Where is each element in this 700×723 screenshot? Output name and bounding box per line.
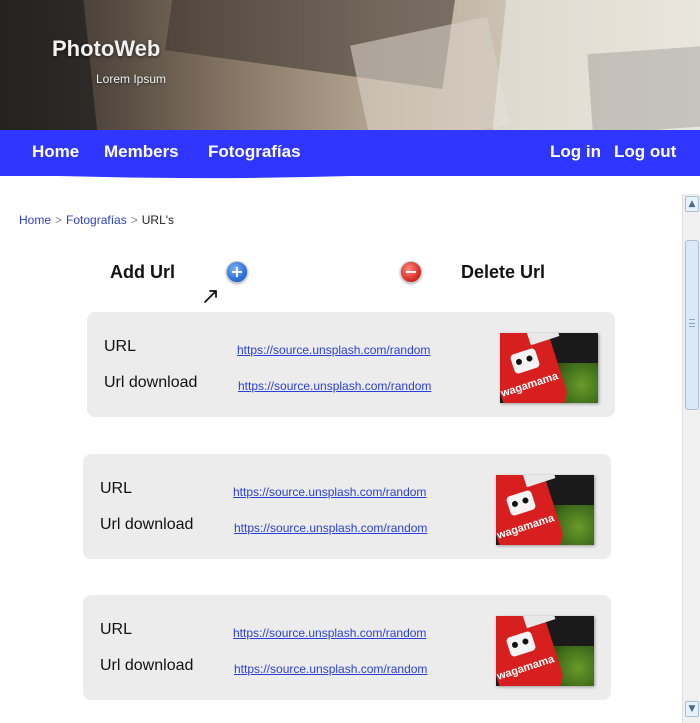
nav-item-fotografias[interactable]: Fotografías — [208, 142, 301, 162]
logout-link[interactable]: Log out — [614, 142, 676, 162]
banner-photo-shape — [587, 45, 700, 130]
plus-icon: + — [230, 262, 244, 281]
add-url-label[interactable]: Add Url — [110, 262, 175, 283]
breadcrumb-current: URL's — [141, 213, 175, 227]
photo-thumbnail[interactable]: wagamama — [496, 475, 594, 545]
breadcrumb-home[interactable]: Home — [19, 213, 51, 227]
add-url-button[interactable]: + — [226, 261, 248, 283]
photo-thumbnail[interactable]: wagamama — [500, 333, 598, 403]
url-card: URL https://source.unsplash.com/random U… — [83, 454, 611, 559]
nav-wave-edge — [0, 174, 700, 179]
url-download-label: Url download — [100, 657, 194, 674]
header-banner: PhotoWeb Lorem Ipsum — [0, 0, 700, 130]
minus-icon: − — [404, 262, 418, 281]
breadcrumb: Home > Fotografías > URL's — [19, 213, 174, 227]
breadcrumb-separator: > — [130, 213, 138, 227]
breadcrumb-fotografias[interactable]: Fotografías — [66, 213, 127, 227]
url-link[interactable]: https://source.unsplash.com/random — [233, 626, 426, 640]
url-label: URL — [100, 621, 133, 638]
nav-item-members[interactable]: Members — [104, 142, 179, 162]
site-tagline: Lorem Ipsum — [96, 72, 167, 86]
delete-url-button[interactable]: − — [400, 261, 422, 283]
url-label: URL — [100, 480, 133, 497]
url-card: URL https://source.unsplash.com/random U… — [87, 312, 615, 417]
nav-item-home[interactable]: Home — [32, 142, 79, 162]
page-scrollbar[interactable]: ▲ ▼ — [682, 194, 700, 723]
url-card: URL https://source.unsplash.com/random U… — [83, 595, 611, 700]
url-download-link[interactable]: https://source.unsplash.com/random — [234, 521, 427, 535]
url-download-link[interactable]: https://source.unsplash.com/random — [234, 662, 427, 676]
banner-photo-shape — [0, 0, 98, 130]
scrollbar-thumb[interactable] — [685, 240, 699, 410]
login-link[interactable]: Log in — [550, 142, 601, 162]
scroll-down-button[interactable]: ▼ — [685, 701, 699, 717]
site-brand[interactable]: PhotoWeb — [52, 36, 160, 62]
scroll-up-button[interactable]: ▲ — [685, 196, 699, 212]
delete-url-label[interactable]: Delete Url — [461, 262, 545, 283]
url-download-link[interactable]: https://source.unsplash.com/random — [238, 379, 431, 393]
url-link[interactable]: https://source.unsplash.com/random — [237, 343, 430, 357]
url-download-label: Url download — [104, 374, 198, 391]
scrollbar-grip-icon — [689, 319, 695, 327]
breadcrumb-separator: > — [55, 213, 63, 227]
mouse-pointer-icon — [204, 290, 217, 303]
main-nav: Home Members Fotografías Log in Log out — [0, 130, 700, 179]
url-download-label: Url download — [100, 516, 194, 533]
url-link[interactable]: https://source.unsplash.com/random — [233, 485, 426, 499]
photo-thumbnail[interactable]: wagamama — [496, 616, 594, 686]
url-label: URL — [104, 338, 137, 355]
